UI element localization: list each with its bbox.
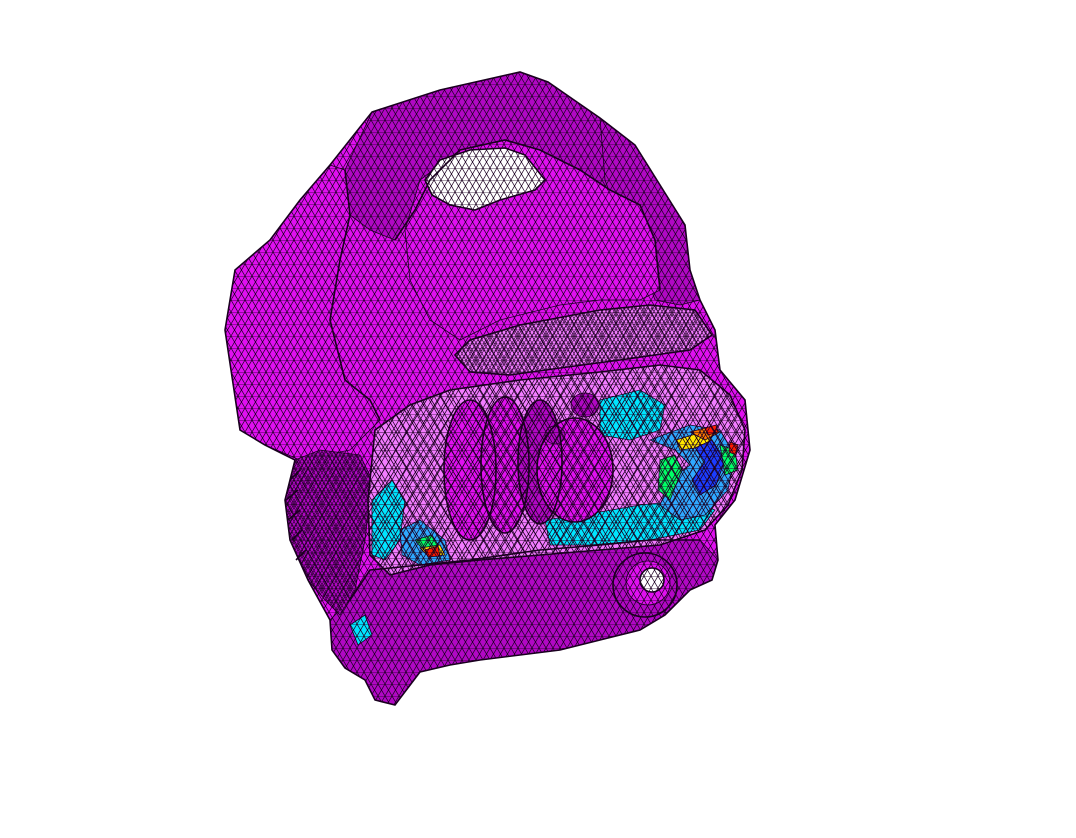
mesh-wireframe [225,72,750,705]
model-viewport[interactable] [0,0,1076,838]
fe-mesh-render[interactable] [0,0,1076,838]
